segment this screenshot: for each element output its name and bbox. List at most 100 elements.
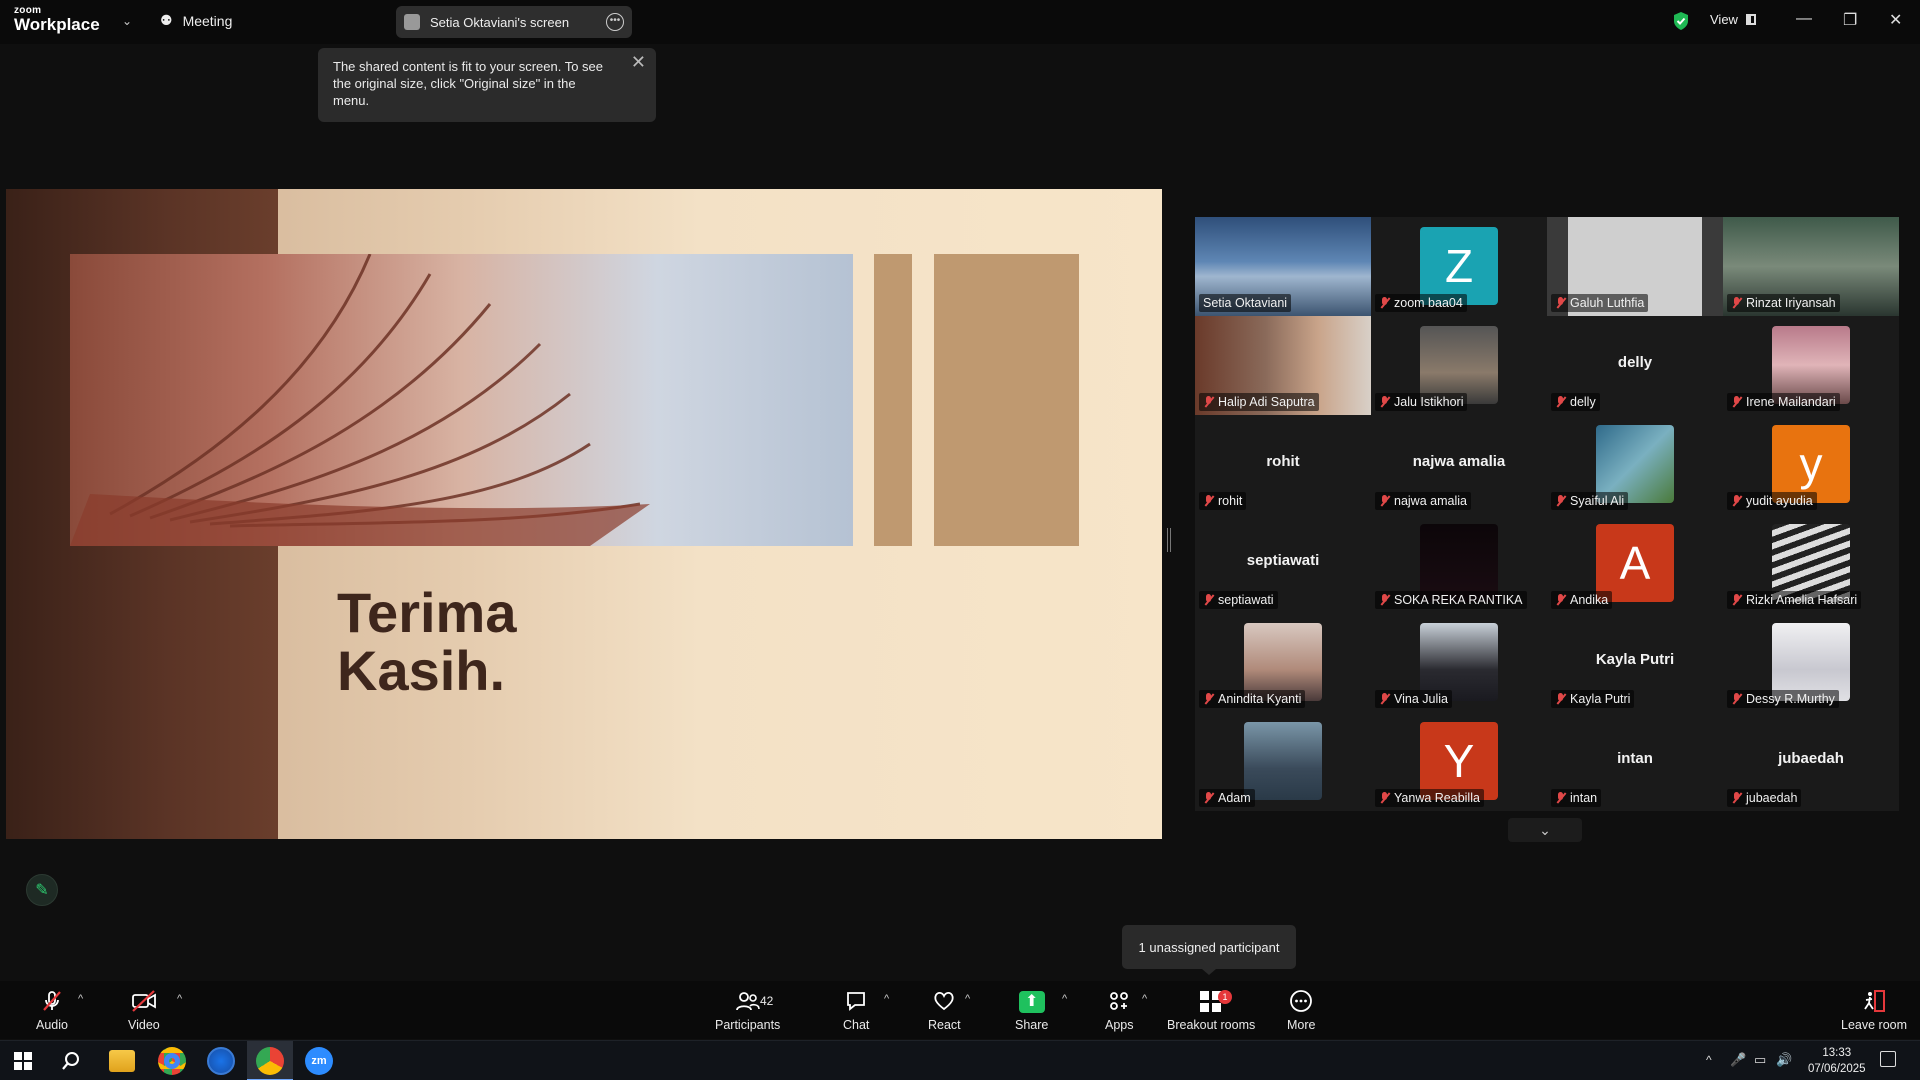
muted-mic-icon [1203,693,1214,705]
share-options-caret-icon[interactable]: ^ [1062,993,1067,1005]
volume-icon[interactable]: 🔊 [1776,1052,1792,1068]
muted-mic-icon [1379,495,1390,507]
participant-tile[interactable]: Jalu Istikhori [1371,316,1547,415]
audio-options-caret-icon[interactable]: ^ [78,993,83,1005]
leave-room-button[interactable]: Leave room [1841,989,1907,1032]
file-explorer-icon[interactable] [109,1050,135,1072]
participant-photo [1244,722,1322,800]
shared-screen-pill[interactable]: Setia Oktaviani's screen ••• [396,6,632,38]
participant-tile[interactable]: Galuh Luthfia [1547,217,1723,316]
annotate-pencil-icon[interactable]: ✎ [26,874,58,906]
more-button[interactable]: More [1287,989,1315,1032]
participants-icon [735,989,761,1013]
participant-tile[interactable]: jubaedah jubaedah [1723,712,1899,811]
network-icon[interactable]: ▭ [1754,1052,1766,1068]
participant-name-label: Dessy R.Murthy [1727,690,1839,708]
participant-tile[interactable]: Irene Mailandari [1723,316,1899,415]
participant-name-label: Rinzat Iriyansah [1727,294,1840,312]
participant-tile[interactable]: intan intan [1547,712,1723,811]
participant-tile[interactable]: Syaiful Ali [1547,415,1723,514]
participant-name: Dessy R.Murthy [1746,692,1835,706]
video-button[interactable]: Video [128,989,160,1032]
tooltip-text: The shared content is fit to your screen… [333,59,604,108]
muted-mic-icon [1555,792,1566,804]
breakout-rooms-button[interactable]: Breakout rooms [1167,989,1255,1032]
participant-tile[interactable]: najwa amalia najwa amalia [1371,415,1547,514]
participant-tile[interactable]: Kayla Putri Kayla Putri [1547,613,1723,712]
participant-name: Syaiful Ali [1570,494,1625,508]
participant-name: Anindita Kyanti [1218,692,1302,706]
heart-icon [932,989,956,1013]
restore-icon[interactable]: ❐ [1843,10,1857,30]
muted-mic-icon [1379,396,1390,408]
participant-name: Jalu Istikhori [1394,395,1464,409]
windows-start-icon[interactable] [14,1052,32,1070]
apps-options-caret-icon[interactable]: ^ [1142,993,1147,1005]
participant-tile[interactable]: Y Yanwa Reabilla [1371,712,1547,811]
muted-mic-icon [40,989,64,1013]
participant-name-label: rohit [1199,492,1247,510]
zoom-app-icon[interactable]: zm [305,1047,333,1075]
muted-mic-icon [1203,594,1214,606]
audio-button[interactable]: Audio [36,989,68,1032]
browser-icon[interactable] [207,1047,235,1075]
close-icon[interactable]: ✕ [1889,10,1902,30]
participant-tile[interactable]: Halip Adi Saputra [1195,316,1371,415]
top-bar: zoom Workplace ⌄ ⚉ Meeting Setia Oktavia… [0,0,1920,44]
security-shield-icon[interactable] [1672,11,1690,31]
participant-name-label: Halip Adi Saputra [1199,393,1319,411]
react-options-caret-icon[interactable]: ^ [965,993,970,1005]
split-resize-handle[interactable] [1167,528,1171,552]
more-options-icon[interactable]: ••• [606,13,624,31]
slide-book-photo [70,254,853,546]
notification-center-icon[interactable] [1880,1051,1896,1067]
share-button[interactable]: ⬆ Share [1015,989,1048,1032]
tray-mic-icon[interactable]: 🎤 [1730,1052,1746,1068]
participant-tile[interactable]: Dessy R.Murthy [1723,613,1899,712]
chrome-icon[interactable] [158,1047,186,1075]
muted-mic-icon [1379,594,1390,606]
participant-name-label: zoom baa04 [1375,294,1467,312]
tray-expand-icon[interactable]: ^ [1706,1053,1712,1067]
participant-tile[interactable]: delly delly [1547,316,1723,415]
minimize-icon[interactable]: — [1796,10,1812,28]
participant-tile[interactable]: Rinzat Iriyansah [1723,217,1899,316]
participant-tile[interactable]: Zzoom baa04 [1371,217,1547,316]
participant-tile[interactable]: Anindita Kyanti [1195,613,1371,712]
slide-accent-bar-small [874,254,912,546]
participant-tile[interactable]: Adam [1195,712,1371,811]
participant-tile[interactable]: Rizki Amelia Hafsari [1723,514,1899,613]
muted-mic-icon [1203,792,1214,804]
active-chrome-task[interactable] [247,1041,293,1080]
participants-label: Participants [715,1018,781,1032]
logo-bottom-text: Workplace [14,15,100,34]
meeting-icon: ⚉ [160,12,173,28]
meeting-label: Meeting [182,12,233,29]
taskbar-clock[interactable]: 13:33 07/06/2025 [1808,1045,1866,1077]
participant-tile[interactable]: SOKA REKA RANTIKA [1371,514,1547,613]
gallery-next-page-button[interactable]: ⌄ [1508,818,1582,842]
participant-display-name: intan [1617,750,1653,767]
apps-button[interactable]: Apps [1105,989,1134,1032]
participant-name-label: Anindita Kyanti [1199,690,1306,708]
react-button[interactable]: React [928,989,961,1032]
chat-button[interactable]: Chat [843,989,869,1032]
chat-label: Chat [843,1018,870,1032]
view-grid-icon [1745,14,1756,25]
participant-tile[interactable]: septiawati septiawati [1195,514,1371,613]
chat-options-caret-icon[interactable]: ^ [884,993,889,1005]
video-options-caret-icon[interactable]: ^ [177,993,182,1005]
participant-tile[interactable]: rohit rohit [1195,415,1371,514]
view-button[interactable]: View [1710,12,1756,27]
meeting-button[interactable]: ⚉ Meeting [160,12,232,29]
participant-tile[interactable]: A Andika [1547,514,1723,613]
search-icon[interactable] [61,1051,81,1071]
close-tooltip-icon[interactable]: ✕ [631,53,646,71]
participant-tile[interactable]: Setia Oktaviani [1195,217,1371,316]
participant-tile[interactable]: y yudit ayudia [1723,415,1899,514]
muted-mic-icon [1731,594,1742,606]
chevron-down-icon[interactable]: ⌄ [122,14,132,28]
participant-tile[interactable]: Vina Julia [1371,613,1547,712]
participant-name-label: Rizki Amelia Hafsari [1727,591,1862,609]
participant-display-name: septiawati [1246,552,1320,569]
